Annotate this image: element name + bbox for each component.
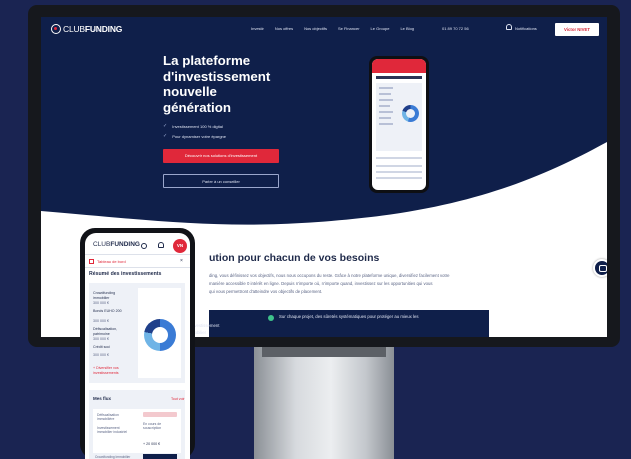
mockup-text-line bbox=[379, 99, 393, 101]
iphone-device: CLUBFUNDING VN Tableau de bord × Résumé … bbox=[80, 228, 195, 459]
dashboard-tab[interactable]: Tableau de bord × bbox=[85, 255, 190, 268]
donut-chart bbox=[144, 319, 176, 351]
investment-amount: 300 000 € bbox=[93, 337, 109, 341]
mockup-text-line bbox=[379, 111, 393, 113]
summary-title: Résumé des investissements bbox=[89, 271, 162, 277]
investment-type: Crédit soci bbox=[93, 345, 110, 349]
logo[interactable]: CLUBFUNDING bbox=[51, 23, 122, 35]
see-all-link[interactable]: Tout voir bbox=[171, 397, 185, 401]
flux-card-amount: + 20 000 € bbox=[143, 442, 161, 446]
menu-item-nos-objectifs[interactable]: Nos objectifs bbox=[304, 26, 327, 31]
hero-check-item: ✓ Investissement 100 % digital bbox=[163, 123, 223, 129]
mockup-header-bar bbox=[372, 59, 426, 73]
check-icon: ✓ bbox=[163, 133, 168, 139]
chat-icon[interactable] bbox=[593, 259, 607, 277]
bottom-card-button[interactable] bbox=[143, 454, 177, 459]
logo-subtitle: Groupe bbox=[93, 29, 102, 32]
flux-card-project: Investissement immobilier industriel bbox=[97, 426, 127, 435]
hero-phone-mockup bbox=[369, 56, 429, 193]
flux-card-status: En cours de souscription bbox=[143, 422, 162, 431]
discover-solutions-button[interactable]: Découvrir nos solutions d'investissement bbox=[163, 149, 279, 163]
section-text-line: ding, vous définissez vos objectifs, nou… bbox=[209, 273, 450, 278]
mockup-row bbox=[376, 171, 422, 173]
phone-number-link[interactable]: 01 89 70 72 56 bbox=[442, 26, 469, 31]
investment-amount: 300 000 € bbox=[93, 319, 109, 323]
settings-icon[interactable] bbox=[141, 243, 147, 249]
iphone-screen: CLUBFUNDING VN Tableau de bord × Résumé … bbox=[85, 233, 190, 459]
top-navigation: CLUBFUNDING Groupe Investir Nos offres N… bbox=[41, 17, 607, 39]
avatar[interactable]: VN bbox=[173, 239, 187, 253]
main-menu: Investir Nos offres Nos objectifs Se Fin… bbox=[251, 26, 414, 31]
section-text-line: qui vous permettront d'atteindre vos obj… bbox=[209, 289, 323, 294]
investment-type: Bonds EUHO 200 bbox=[93, 309, 122, 313]
mockup-text-line bbox=[379, 87, 393, 89]
mockup-row bbox=[376, 157, 422, 159]
bell-icon[interactable] bbox=[158, 242, 164, 248]
menu-item-le-blog[interactable]: Le Blog bbox=[400, 26, 414, 31]
section-text-line: manière accessible 0 intérêt en ligne. D… bbox=[209, 281, 433, 286]
hero-check-label: Pour dynamiser votre épargne bbox=[172, 133, 227, 139]
investment-amount: 300 000 € bbox=[93, 301, 109, 305]
imac-stand-shadow bbox=[262, 347, 386, 357]
investment-type: Défiscalisation, patrimoine bbox=[93, 327, 118, 336]
mockup-donut-chart bbox=[402, 105, 419, 122]
hero-title: La plateforme d'investissement nouvelle … bbox=[163, 53, 271, 115]
close-icon[interactable]: × bbox=[180, 258, 183, 264]
notifications-link[interactable]: Notifications bbox=[515, 26, 537, 31]
band-label: investissement bbox=[191, 323, 220, 328]
mockup-row bbox=[376, 177, 422, 179]
mockup-text-line bbox=[379, 117, 391, 119]
user-account-button[interactable]: Victor NIVET bbox=[555, 23, 599, 36]
flux-title: Mes flux bbox=[93, 396, 112, 401]
feature-band-text: Sur chaque projet, des sûretés systémati… bbox=[279, 314, 419, 319]
menu-item-le-groupe[interactable]: Le Groupe bbox=[371, 26, 390, 31]
section-title: ution pour chacun de vos besoins bbox=[209, 252, 380, 264]
dashboard-icon bbox=[89, 259, 94, 264]
menu-item-nos-offres[interactable]: Nos offres bbox=[275, 26, 293, 31]
diversify-link[interactable]: + Diversifier vos investissements bbox=[93, 366, 137, 375]
imac-stand bbox=[254, 347, 394, 459]
app-logo[interactable]: CLUBFUNDING bbox=[93, 241, 140, 248]
investment-type: Crowdfunding immobilier bbox=[93, 291, 116, 300]
mockup-title-line bbox=[376, 76, 422, 79]
hero-check-item: ✓ Pour dynamiser votre épargne bbox=[163, 133, 226, 139]
menu-item-se-financer[interactable]: Se Financer bbox=[338, 26, 360, 31]
check-circle-icon bbox=[268, 315, 274, 321]
status-badge bbox=[143, 412, 177, 417]
investment-amount: 300 000 € bbox=[93, 353, 109, 357]
hero-check-label: Investissement 100 % digital bbox=[172, 123, 223, 129]
bell-icon[interactable] bbox=[506, 24, 512, 30]
dashboard-tab-label: Tableau de bord bbox=[97, 259, 126, 264]
menu-item-investir[interactable]: Investir bbox=[251, 26, 264, 31]
bottom-card-label: Crowdfunding Immobilier bbox=[95, 455, 131, 459]
logo-icon bbox=[51, 24, 61, 34]
check-icon: ✓ bbox=[163, 123, 168, 129]
mockup-row bbox=[376, 165, 422, 167]
hero-phone-screen bbox=[372, 59, 426, 190]
mockup-text-line bbox=[379, 105, 390, 107]
talk-to-advisor-button[interactable]: Parler à un conseiller bbox=[163, 174, 279, 188]
flux-card-category: Défiscalisation immobilière bbox=[97, 413, 119, 422]
app-header: CLUBFUNDING VN bbox=[85, 233, 190, 255]
mockup-text-line bbox=[379, 123, 393, 125]
mockup-text-line bbox=[379, 93, 391, 95]
